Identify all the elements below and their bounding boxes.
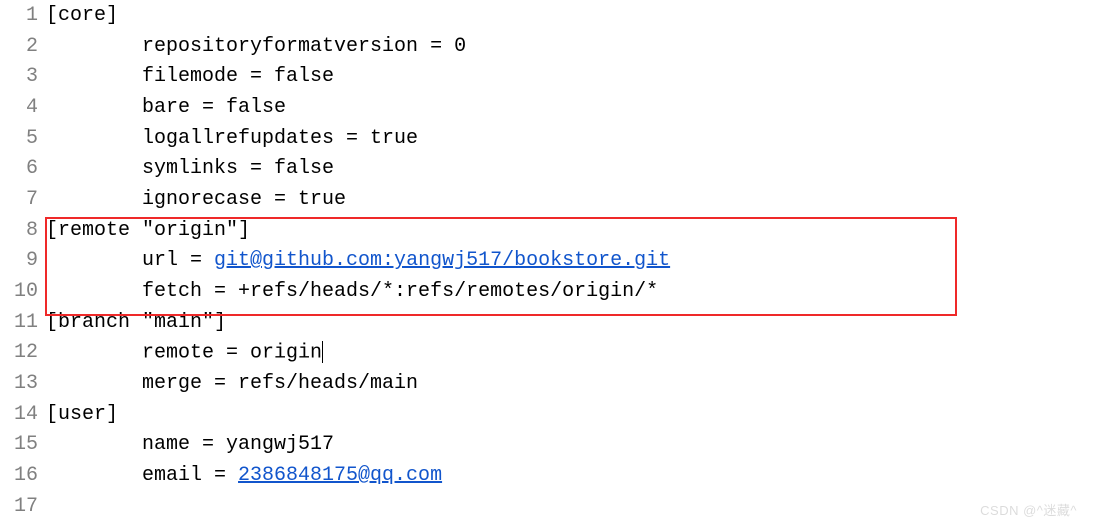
line-text: fetch = +refs/heads/*:refs/remotes/origi… xyxy=(46,280,658,303)
line-number: 7 xyxy=(0,188,42,211)
line-number: 10 xyxy=(0,280,42,303)
line-pre-text: email = xyxy=(46,464,238,487)
code-line[interactable]: 16 email = 2386848175@qq.com xyxy=(0,460,1095,491)
code-line[interactable]: 5 logallrefupdates = true xyxy=(0,123,1095,154)
code-line[interactable]: 15 name = yangwj517 xyxy=(0,430,1095,461)
line-number: 8 xyxy=(0,219,42,242)
code-line[interactable]: 11[branch "main"] xyxy=(0,307,1095,338)
link-text[interactable]: 2386848175@qq.com xyxy=(238,464,442,487)
line-number: 16 xyxy=(0,464,42,487)
code-line[interactable]: 8[remote "origin"] xyxy=(0,215,1095,246)
code-line[interactable]: 12 remote = origin xyxy=(0,338,1095,369)
code-line[interactable]: 6 symlinks = false xyxy=(0,153,1095,184)
code-line[interactable]: 9 url = git@github.com:yangwj517/booksto… xyxy=(0,246,1095,277)
line-number: 9 xyxy=(0,249,42,272)
text-cursor xyxy=(322,341,323,363)
line-number: 4 xyxy=(0,96,42,119)
line-number: 17 xyxy=(0,495,42,518)
line-number: 11 xyxy=(0,311,42,334)
code-area[interactable]: 1[core]2 repositoryformatversion = 03 fi… xyxy=(0,0,1095,522)
code-line[interactable]: 7 ignorecase = true xyxy=(0,184,1095,215)
line-text: url = git@github.com:yangwj517/bookstore… xyxy=(46,249,670,272)
line-pre-text: url = xyxy=(46,249,214,272)
line-number: 6 xyxy=(0,157,42,180)
line-text: ignorecase = true xyxy=(46,188,346,211)
code-line[interactable]: 2 repositoryformatversion = 0 xyxy=(0,31,1095,62)
line-text: [user] xyxy=(46,403,118,426)
line-number: 13 xyxy=(0,372,42,395)
line-number: 15 xyxy=(0,433,42,456)
line-text: bare = false xyxy=(46,96,286,119)
code-line[interactable]: 14[user] xyxy=(0,399,1095,430)
line-text: repositoryformatversion = 0 xyxy=(46,35,466,58)
watermark: CSDN @^迷藏^ xyxy=(980,500,1077,519)
line-number: 5 xyxy=(0,127,42,150)
code-line[interactable]: 13 merge = refs/heads/main xyxy=(0,368,1095,399)
code-line[interactable]: 3 filemode = false xyxy=(0,61,1095,92)
line-text: [remote "origin"] xyxy=(46,219,250,242)
line-number: 12 xyxy=(0,341,42,364)
line-text: filemode = false xyxy=(46,65,334,88)
code-line[interactable]: 4 bare = false xyxy=(0,92,1095,123)
line-text: [branch "main"] xyxy=(46,311,226,334)
line-number: 2 xyxy=(0,35,42,58)
line-number: 1 xyxy=(0,4,42,27)
line-text: name = yangwj517 xyxy=(46,433,334,456)
editor-container: 1[core]2 repositoryformatversion = 03 fi… xyxy=(0,0,1095,523)
line-text: [core] xyxy=(46,4,118,27)
link-text[interactable]: git@github.com:yangwj517/bookstore.git xyxy=(214,249,670,272)
line-number: 14 xyxy=(0,403,42,426)
code-line[interactable]: 10 fetch = +refs/heads/*:refs/remotes/or… xyxy=(0,276,1095,307)
line-text: logallrefupdates = true xyxy=(46,127,418,150)
line-text: remote = origin xyxy=(46,341,323,364)
code-line[interactable]: 17 xyxy=(0,491,1095,522)
line-text: email = 2386848175@qq.com xyxy=(46,464,442,487)
code-line[interactable]: 1[core] xyxy=(0,0,1095,31)
line-text: merge = refs/heads/main xyxy=(46,372,418,395)
line-text: symlinks = false xyxy=(46,157,334,180)
line-number: 3 xyxy=(0,65,42,88)
